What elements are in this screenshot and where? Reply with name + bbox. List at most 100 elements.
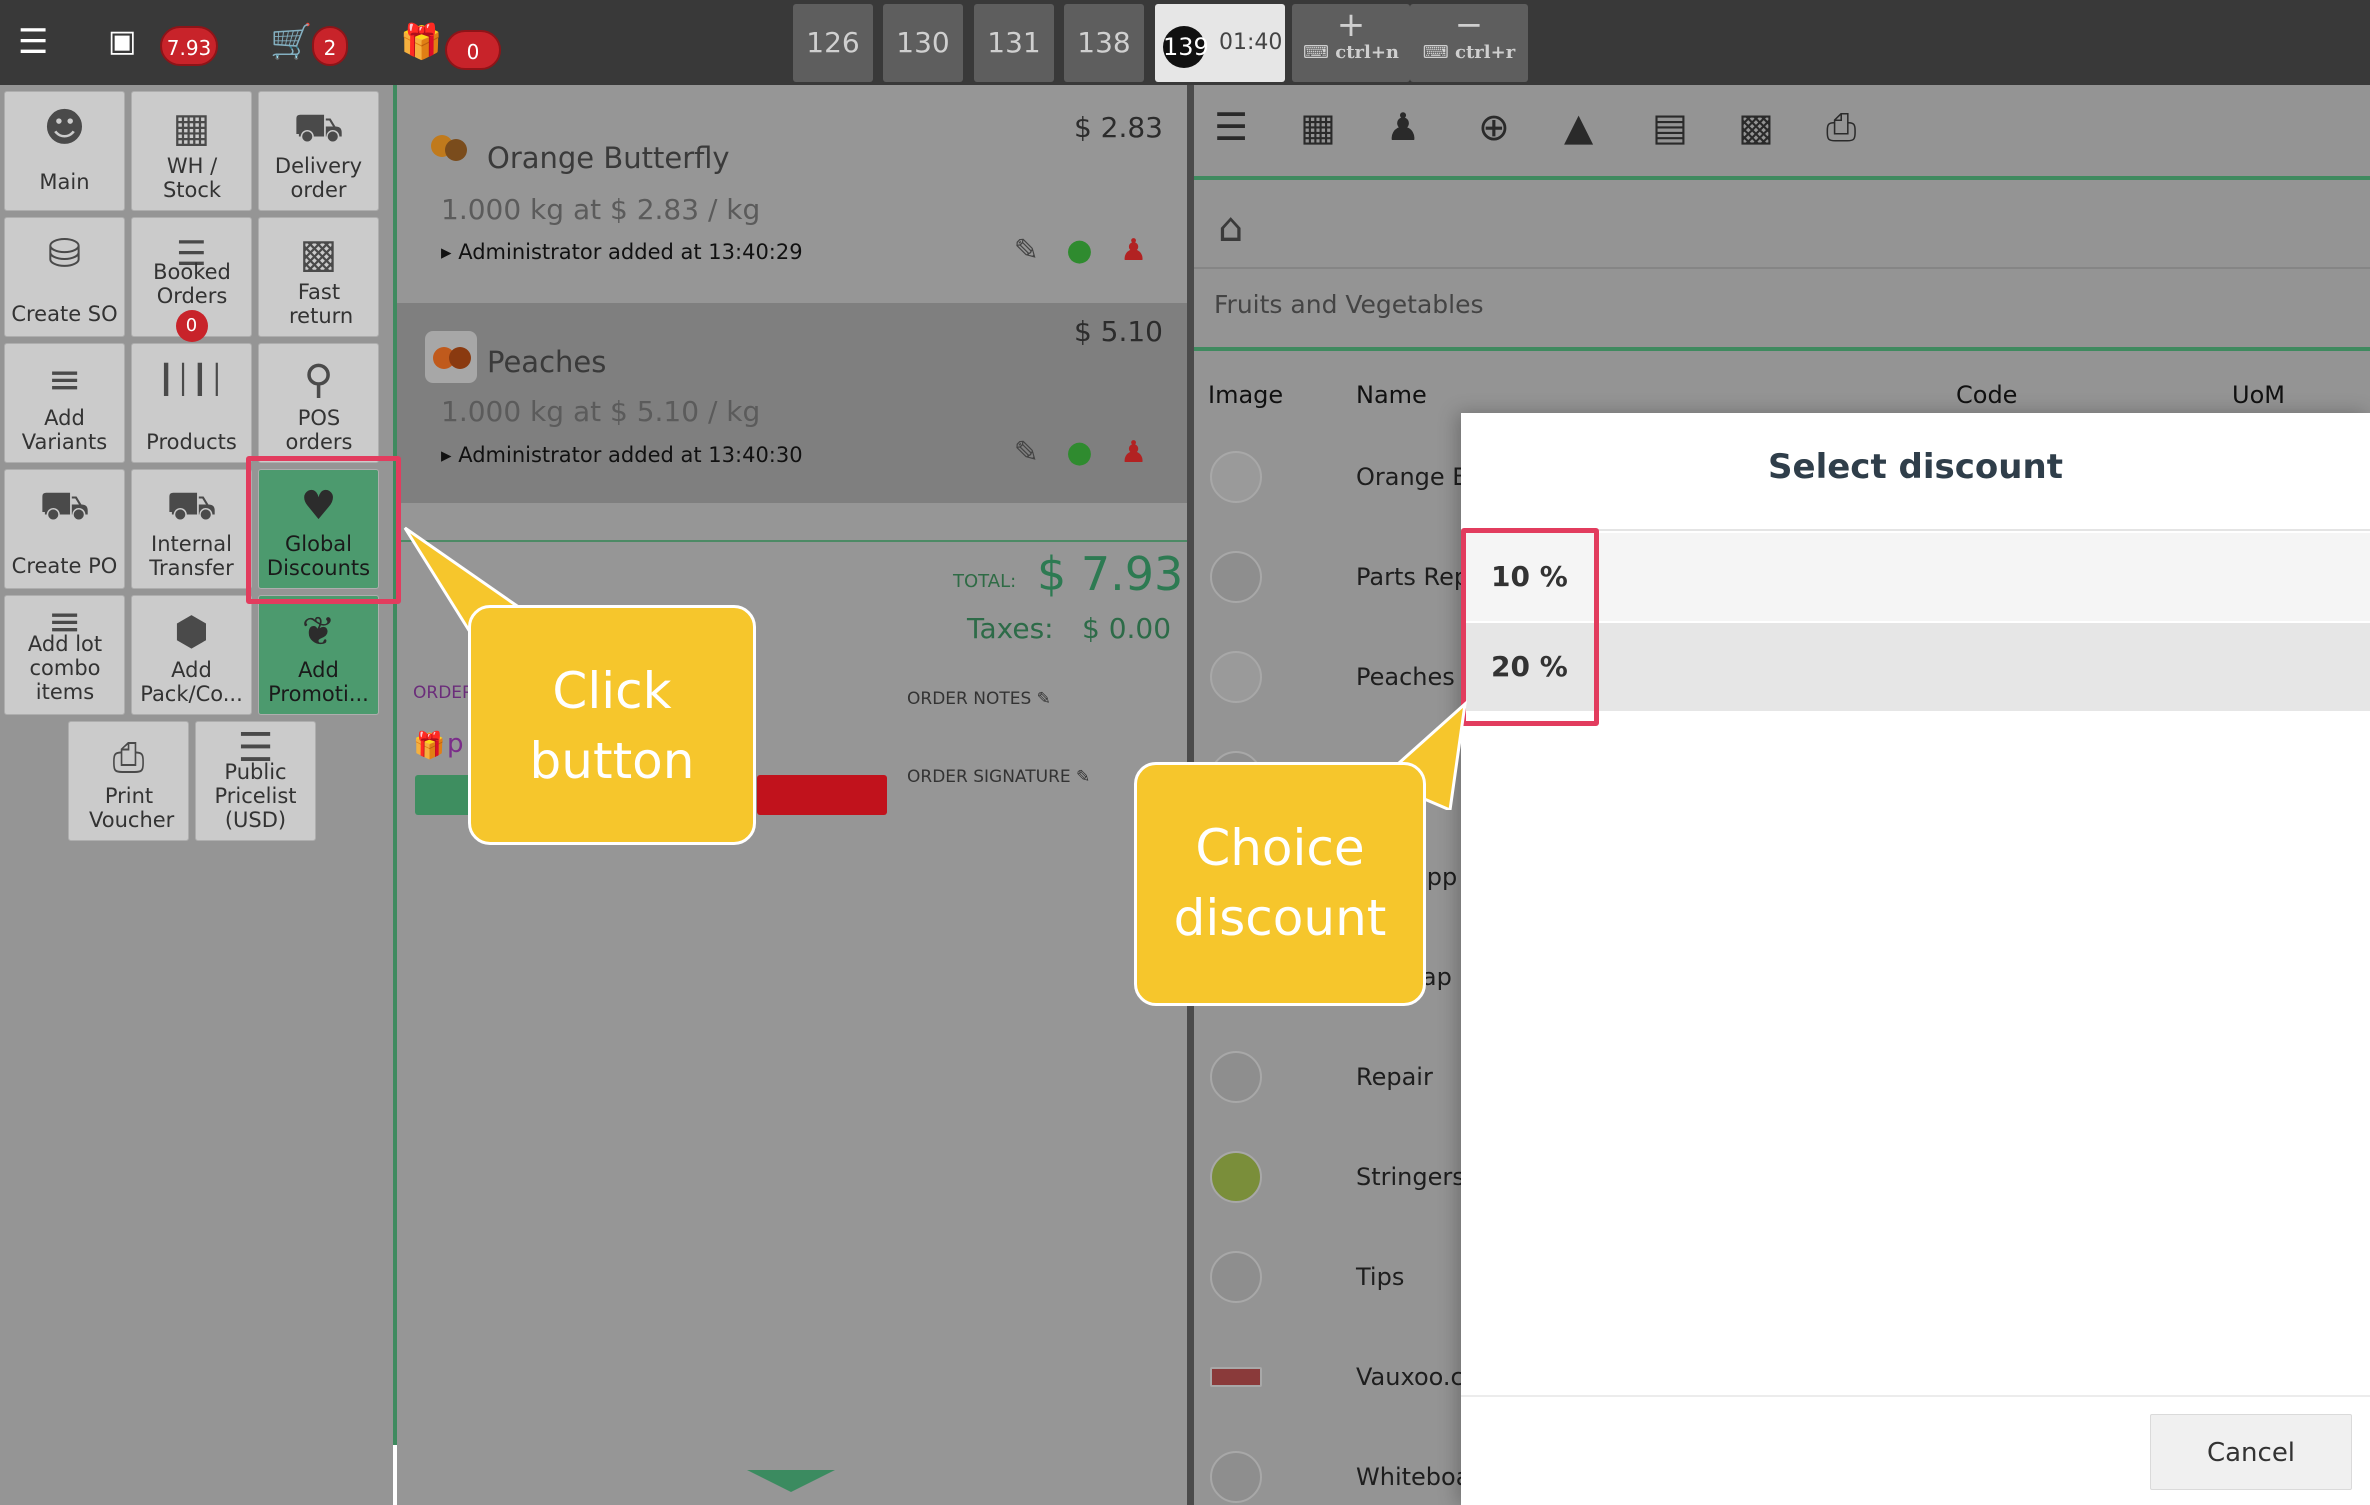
active-order-number: 139 [1163, 26, 1209, 68]
cash-amount-badge: 7.93 [160, 26, 218, 66]
fruit-shape [449, 347, 471, 369]
numbered-list-icon[interactable]: ☰ [1214, 105, 1248, 149]
order-line-name: Peaches [487, 345, 607, 379]
apply-promotion-button[interactable] [415, 775, 475, 815]
cubes-icon: ⬢ [174, 609, 209, 655]
menu-label: Print Voucher [89, 784, 175, 832]
order-notes-link[interactable]: ORDER NOTES ✎ [907, 689, 1051, 709]
order-tab-131[interactable]: 131 [974, 4, 1054, 82]
add-circle-icon[interactable]: ⊕ [1478, 105, 1510, 149]
home-icon[interactable]: ⌂ [1218, 205, 1243, 251]
order-line-price: $ 2.83 [1073, 111, 1163, 144]
product-name: Vauxoo.c [1356, 1363, 1464, 1391]
search-icon: ⚲ [303, 357, 334, 403]
column-name: Name [1356, 381, 1427, 409]
product-thumbnail [425, 331, 477, 383]
menu-add-promotion-button[interactable]: ❦ Add Promoti... [258, 595, 379, 715]
order-line-selected[interactable]: Peaches $ 5.10 1.000 kg at $ 5.10 / kg ▸… [397, 303, 1187, 503]
left-menu: ☻ Main ▦ WH / Stock ⛟ Delivery order ⛁ C… [0, 85, 393, 1505]
add-user-icon[interactable]: ♟ [1120, 435, 1147, 470]
order-line-name: Orange Butterfly [487, 141, 730, 175]
order-line[interactable]: Orange Butterfly $ 2.83 1.000 kg at $ 2.… [397, 85, 1187, 285]
callout-click-button: Click button [468, 605, 756, 845]
camera-placeholder-icon [1210, 551, 1262, 603]
order-line-qty: 1.000 kg at $ 2.83 / kg [441, 193, 761, 226]
comment-icon[interactable]: ● [1066, 435, 1092, 470]
product-name: Stringers [1356, 1163, 1465, 1191]
menu-main-button[interactable]: ☻ Main [4, 91, 125, 211]
order-line-actions: ✎ ● ♟ [996, 233, 1147, 268]
printer-icon[interactable]: ⎙ [1826, 105, 1856, 150]
column-code: Code [1956, 381, 2018, 409]
menu-fast-return-button[interactable]: ▩ Fast return [258, 217, 379, 337]
menu-internal-transfer-button[interactable]: ⛟ Internal Transfer [131, 469, 252, 589]
menu-label: Internal Transfer [149, 532, 234, 580]
menu-delivery-order-button[interactable]: ⛟ Delivery order [258, 91, 379, 211]
signal-icon[interactable]: ▩ [1738, 105, 1774, 149]
comment-icon[interactable]: ● [1066, 233, 1092, 268]
menu-print-voucher-button[interactable]: ⎙ Print Voucher [68, 721, 189, 841]
add-user-icon[interactable]: ♟ [1386, 105, 1420, 149]
order-tab-126[interactable]: 126 [793, 4, 873, 82]
order-tab-130[interactable]: 130 [883, 4, 963, 82]
menu-pos-orders-button[interactable]: ⚲ POS orders [258, 343, 379, 463]
menu-add-pack-button[interactable]: ⬢ Add Pack/Co... [131, 595, 252, 715]
menu-list-icon[interactable]: ☰ [18, 22, 48, 62]
grid-view-icon[interactable]: ▦ [1300, 105, 1336, 149]
callout-choice-text: Choice discount [1173, 819, 1387, 947]
menu-public-pricelist-button[interactable]: ☰ Public Pricelist (USD) [195, 721, 316, 841]
menu-wh-stock-button[interactable]: ▦ WH / Stock [131, 91, 252, 211]
cart-icon[interactable]: 🛒 [270, 22, 312, 62]
cash-icon[interactable]: ▣ [108, 22, 136, 62]
order-line-note: ▸ Administrator added at 13:40:29 [441, 240, 803, 264]
cancel-button[interactable]: Cancel [2150, 1414, 2352, 1490]
order-signature-link[interactable]: ORDER SIGNATURE ✎ [907, 767, 1090, 787]
gift-count-badge: 0 [445, 30, 501, 70]
menu-products-button[interactable]: ┃│┃│ Products [131, 343, 252, 463]
product-name: Peaches [1356, 663, 1455, 691]
camera-placeholder-icon [1210, 1051, 1262, 1103]
barcode-icon: ┃│┃│ [157, 363, 226, 396]
breadcrumb-separator [1194, 267, 2370, 269]
menu-booked-orders-button[interactable]: ☰ Booked Orders 0 [131, 217, 252, 342]
callout-choice-discount: Choice discount [1134, 762, 1426, 1006]
product-image [1210, 451, 1262, 503]
edit-icon[interactable]: ✎ [1014, 435, 1039, 470]
category-separator [1194, 347, 2370, 351]
edit-icon[interactable]: ✎ [1014, 233, 1039, 268]
taxes-label: Taxes: [967, 612, 1054, 645]
menu-label: Add Variants [21, 406, 108, 454]
lock-icon[interactable]: ▲ [1564, 105, 1593, 149]
menu-add-variants-button[interactable]: ≡ Add Variants [4, 343, 125, 463]
category-breadcrumb[interactable]: Fruits and Vegetables [1214, 290, 1484, 319]
camera-placeholder-icon [1210, 1251, 1262, 1303]
order-tab-138[interactable]: 138 [1064, 4, 1144, 82]
trash-icon[interactable]: ▤ [1652, 105, 1688, 149]
plus-icon: + [1336, 5, 1366, 45]
remove-order-button[interactable]: − ⌨ ctrl+r [1410, 4, 1528, 82]
menu-label: Main [39, 170, 90, 194]
menu-create-so-button[interactable]: ⛁ Create SO [4, 217, 125, 337]
gift-icon: 🎁 [413, 731, 446, 761]
scroll-down-icon[interactable] [747, 1470, 835, 1492]
menu-add-lot-combo-button[interactable]: ≡ Add lot combo items [4, 595, 125, 715]
new-order-button[interactable]: + ⌨ ctrl+n [1292, 4, 1410, 82]
product-image [1210, 1151, 1262, 1203]
order-line-actions: ✎ ● ♟ [996, 435, 1147, 470]
top-bar: ☰ ▣ 7.93 🛒 2 🎁 0 126 130 131 138 139 01:… [0, 0, 2370, 85]
truck-icon: ⛟ [293, 105, 344, 151]
menu-create-po-button[interactable]: ⛟ Create PO [4, 469, 125, 589]
remove-promotion-button[interactable] [757, 775, 887, 815]
menu-label: Add Pack/Co... [140, 658, 243, 706]
order-line-price: $ 5.10 [1073, 315, 1163, 348]
menu-label: Booked Orders [153, 260, 231, 308]
menu-label: WH / Stock [162, 154, 222, 202]
shopping-bag-icon: ⛁ [47, 231, 82, 277]
remove-order-shortcut: ⌨ ctrl+r [1422, 42, 1516, 63]
add-user-icon[interactable]: ♟ [1120, 233, 1147, 268]
order-tab-active[interactable]: 139 01:40 [1155, 4, 1285, 82]
gift-icon: ❦ [301, 609, 336, 655]
menu-label: Create PO [11, 554, 118, 578]
new-order-shortcut: ⌨ ctrl+n [1302, 42, 1399, 63]
gift-icon[interactable]: 🎁 [400, 22, 442, 62]
